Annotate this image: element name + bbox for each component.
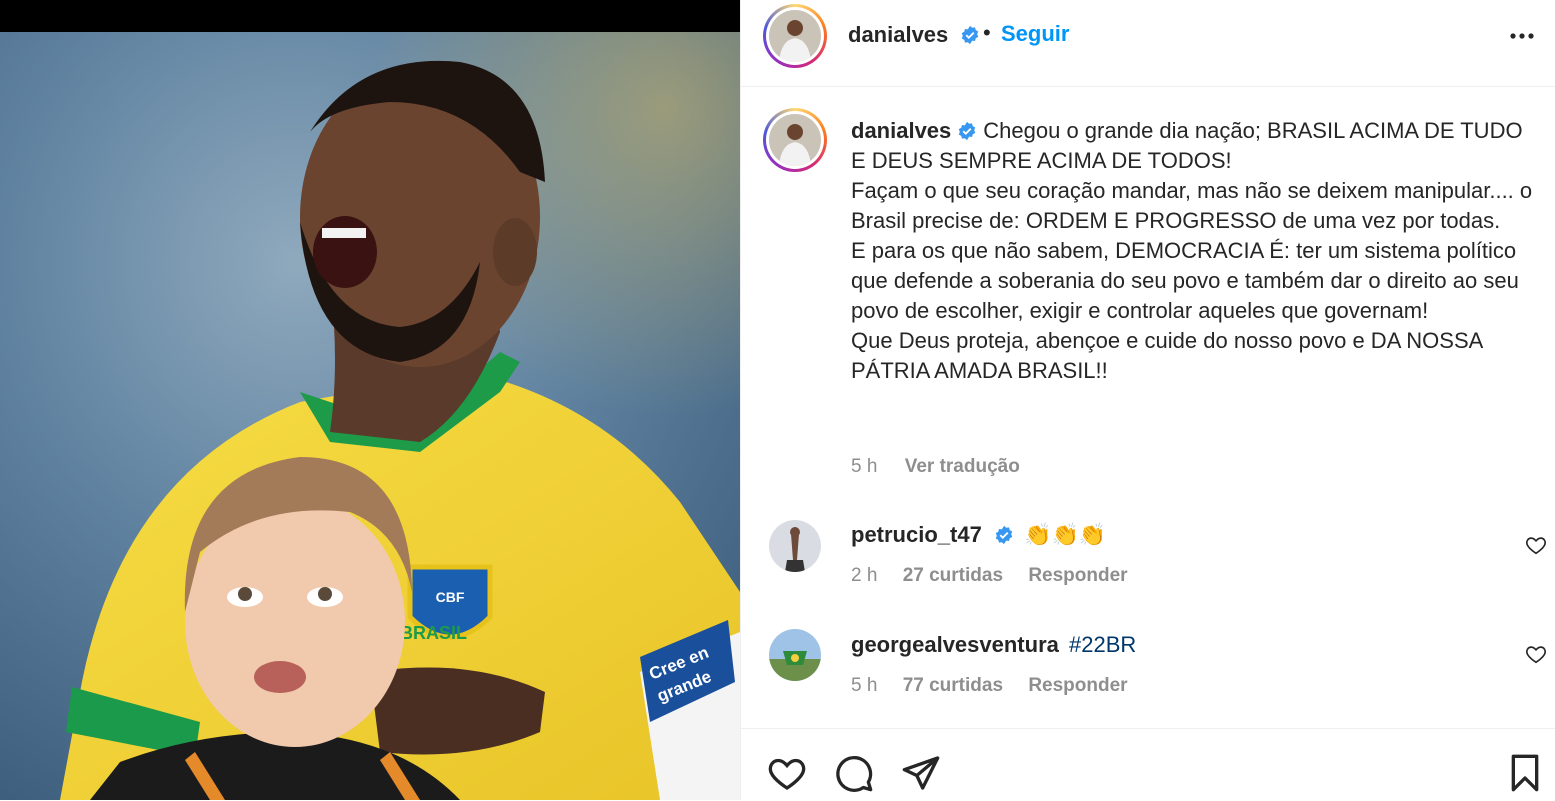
crest-text: CBF: [436, 589, 465, 605]
post-caption: danialves Chegou o grande dia nação; BRAS…: [851, 116, 1541, 386]
post-header: danialves • Seguir: [741, 0, 1555, 87]
comment-line: petrucio_t47 👏👏👏: [851, 522, 1106, 548]
comment-meta: 5 h 77 curtidas Responder: [851, 675, 1148, 697]
reply-button[interactable]: Responder: [1028, 565, 1127, 586]
comment-icon[interactable]: [834, 753, 874, 793]
heart-icon[interactable]: [767, 753, 807, 793]
post-media[interactable]: CBF BRASIL Cree en grande: [0, 0, 740, 800]
caption-text: Chegou o grande dia nação; BRASIL ACIMA …: [851, 118, 1533, 383]
comment-avatar[interactable]: [769, 629, 821, 681]
verified-badge-icon: [995, 525, 1013, 545]
jersey-text: BRASIL: [400, 623, 467, 643]
caption-author-avatar[interactable]: [763, 108, 827, 172]
verified-badge-icon: [959, 121, 976, 141]
caption-username[interactable]: danialves: [851, 118, 951, 143]
author-username-text[interactable]: danialves: [848, 22, 948, 47]
translate-link[interactable]: Ver tradução: [905, 456, 1020, 477]
comment-username[interactable]: georgealvesventura: [851, 632, 1059, 657]
author-avatar[interactable]: [763, 4, 827, 68]
verified-badge-icon: [962, 25, 979, 45]
heart-icon[interactable]: [1525, 534, 1547, 556]
comment-meta: 2 h 27 curtidas Responder: [851, 565, 1148, 587]
caption-time: 5 h: [851, 456, 878, 477]
author-avatar-image: [769, 10, 821, 62]
comment-likes[interactable]: 77 curtidas: [903, 675, 1003, 696]
more-options-icon[interactable]: [1507, 26, 1537, 46]
share-icon[interactable]: [901, 753, 941, 793]
author-username-header[interactable]: danialves: [848, 22, 980, 48]
post-photo: CBF BRASIL Cree en grande: [0, 32, 740, 800]
comment-hashtag[interactable]: #22BR: [1069, 632, 1136, 657]
comment-avatar[interactable]: [769, 520, 821, 572]
comment-username[interactable]: petrucio_t47: [851, 522, 982, 547]
reply-button[interactable]: Responder: [1028, 675, 1127, 696]
heart-icon[interactable]: [1525, 643, 1547, 665]
comment-likes[interactable]: 27 curtidas: [903, 565, 1003, 586]
comment-time: 5 h: [851, 675, 878, 696]
comment-text: 👏👏👏: [1024, 522, 1107, 547]
caption-avatar-image: [769, 114, 821, 166]
follow-button[interactable]: Seguir: [1001, 21, 1069, 47]
media-top-bar: [0, 0, 740, 32]
header-separator: •: [983, 20, 991, 45]
comment-line: georgealvesventura #22BR: [851, 632, 1136, 658]
caption-meta: 5 h Ver tradução: [851, 456, 1042, 478]
post-details-panel: danialves • Seguir danialves Chegou o gra…: [740, 0, 1555, 800]
bookmark-icon[interactable]: [1505, 753, 1545, 793]
comment-time: 2 h: [851, 565, 878, 586]
post-actions-bar: [741, 728, 1555, 801]
